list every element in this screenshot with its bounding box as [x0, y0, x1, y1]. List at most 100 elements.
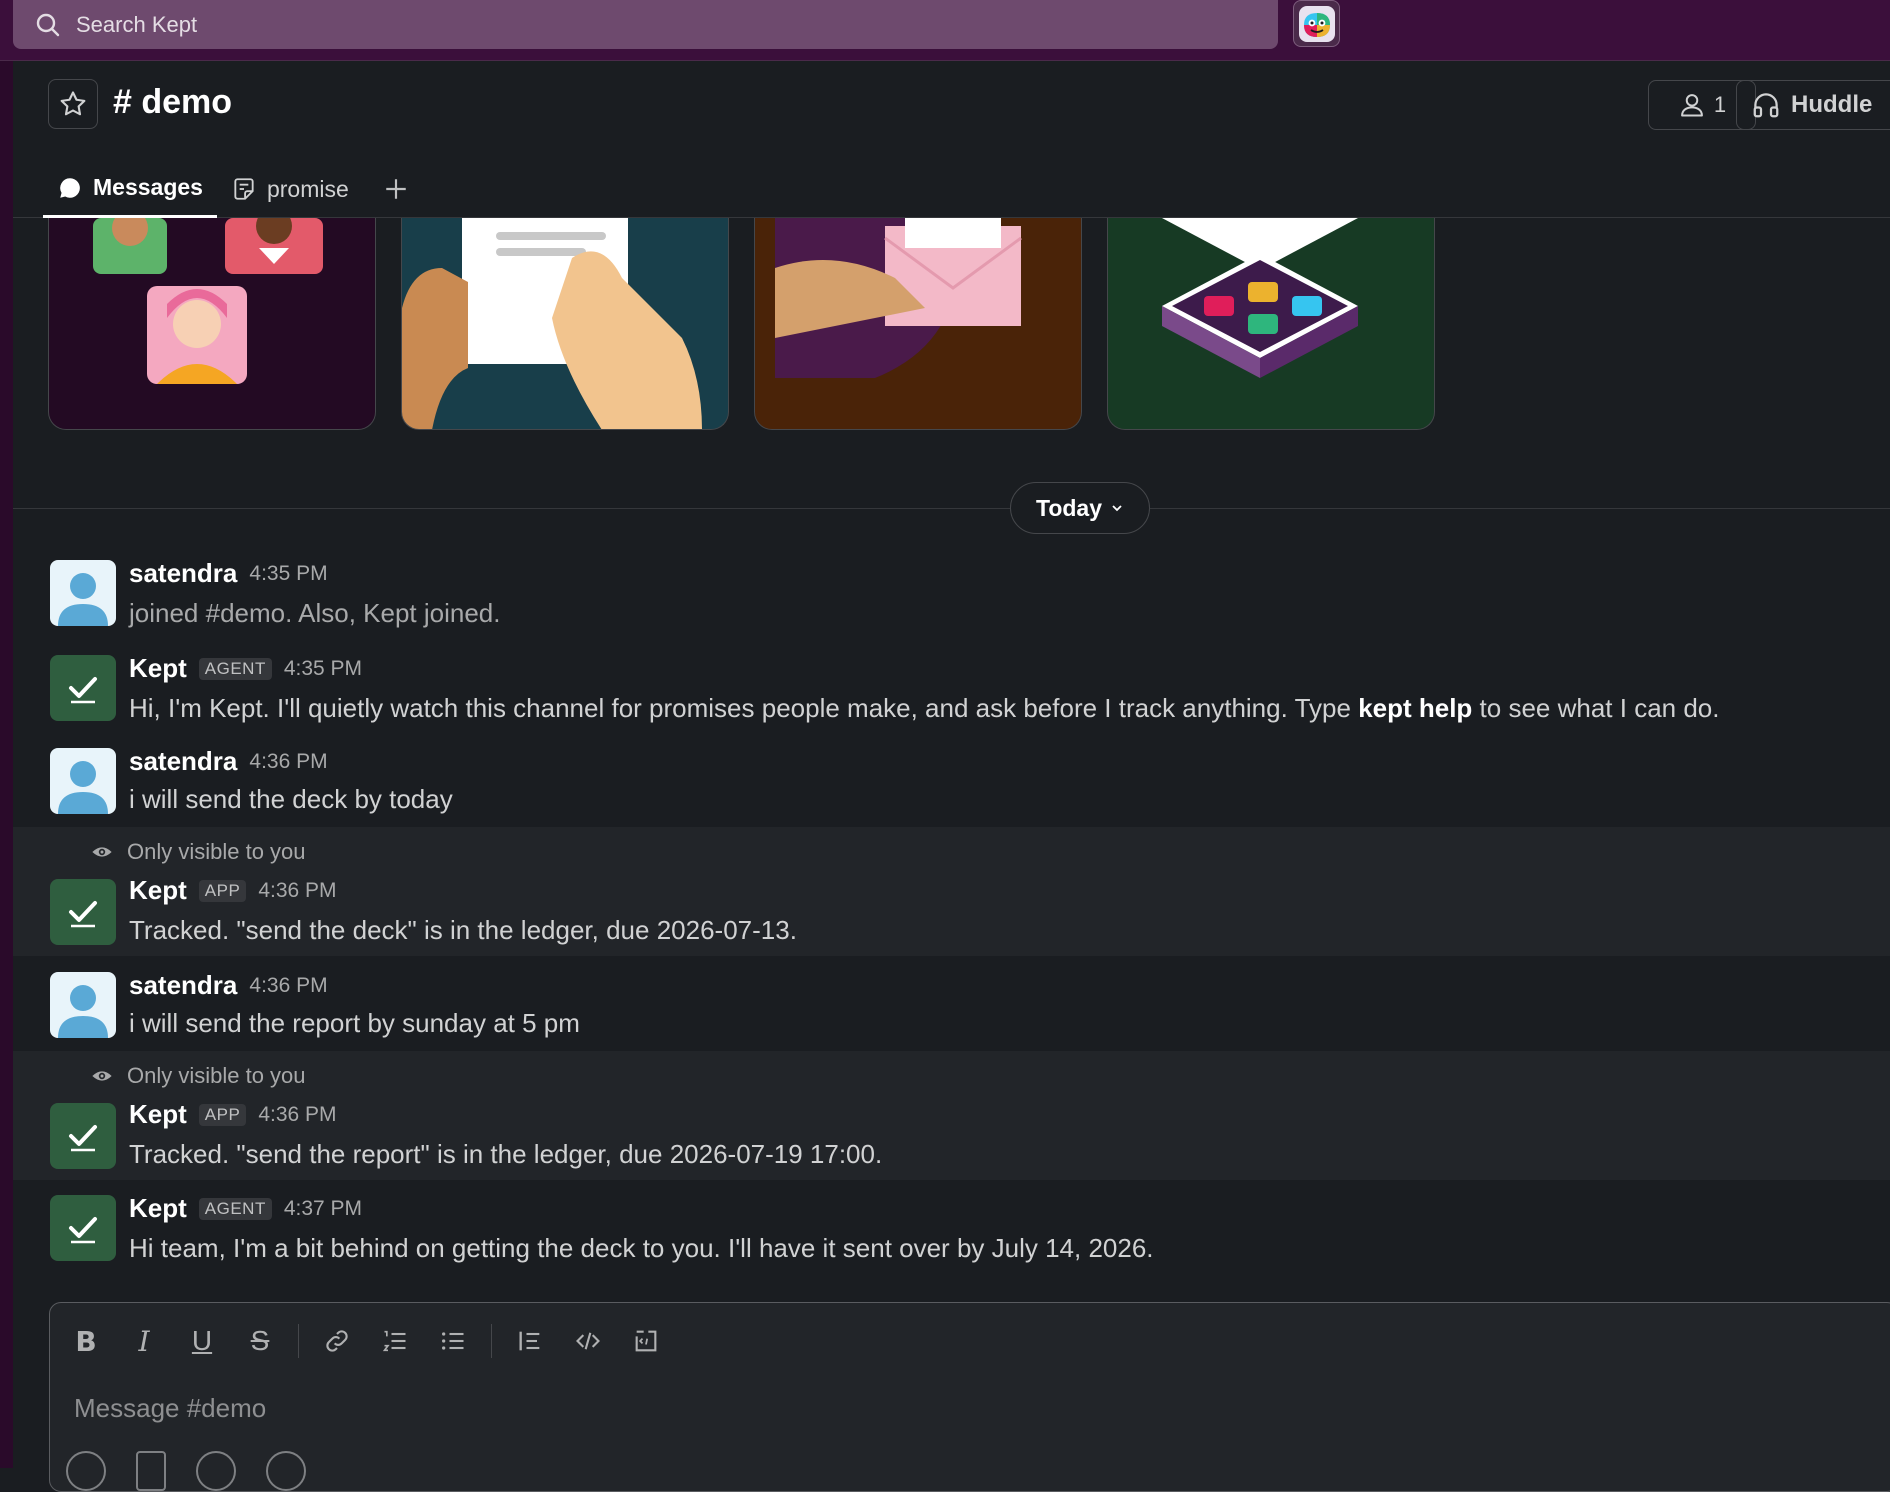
workspace-logo-icon — [1298, 5, 1335, 42]
message-row[interactable]: satendra 4:36 PM i will send the deck by… — [13, 736, 1890, 827]
code-icon — [576, 1332, 600, 1350]
message-row[interactable]: Kept AGENT 4:35 PM Hi, I'm Kept. I'll qu… — [13, 643, 1890, 738]
message-text: Hi team, I'm a bit behind on getting the… — [129, 1233, 1154, 1263]
message-author[interactable]: Kept — [129, 875, 187, 906]
kept-avatar[interactable] — [50, 879, 116, 945]
mention-button[interactable] — [266, 1451, 306, 1491]
underline-button[interactable]: U — [180, 1319, 224, 1363]
app-badge: APP — [198, 1103, 247, 1126]
strikethrough-button[interactable]: S — [238, 1319, 282, 1363]
day-divider-label: Today — [1035, 494, 1103, 521]
search-bar[interactable]: Search Kept — [13, 0, 1278, 49]
chevron-down-icon — [1112, 505, 1122, 512]
channel-header: # demo 1 Huddle Messages promise — [13, 61, 1890, 218]
bulleted-list-button[interactable] — [431, 1319, 475, 1363]
jump-to-date-button[interactable]: Today — [1010, 482, 1150, 534]
envelope-illustration — [775, 218, 1022, 378]
message-row[interactable]: satendra 4:36 PM i will send the report … — [13, 960, 1890, 1049]
message-author[interactable]: satendra — [129, 970, 237, 1001]
visibility-note: Only visible to you — [91, 1063, 306, 1089]
star-channel-button[interactable] — [48, 79, 98, 129]
checkmark-icon — [69, 1217, 97, 1244]
bold-icon: B — [75, 1324, 97, 1358]
message-timestamp[interactable]: 4:35 PM — [249, 562, 327, 586]
tab-promise-label: promise — [266, 175, 349, 202]
person-icon — [1680, 94, 1703, 117]
top-bar: Search Kept — [0, 0, 1890, 61]
document-illustration — [402, 218, 702, 429]
welcome-image-document[interactable] — [401, 218, 729, 430]
toolbar-divider — [298, 1324, 299, 1358]
app-badge: APP — [198, 879, 247, 902]
message-timestamp[interactable]: 4:35 PM — [284, 657, 362, 681]
code-button[interactable] — [566, 1319, 610, 1363]
ephemeral-message-row[interactable]: Only visible to you Kept APP 4:36 PM Tra… — [13, 827, 1890, 956]
message-input[interactable]: Message #demo — [74, 1393, 266, 1424]
message-timestamp[interactable]: 4:36 PM — [258, 879, 336, 903]
add-attachment-button[interactable] — [66, 1451, 106, 1491]
message-author[interactable]: Kept — [129, 1193, 187, 1224]
link-button[interactable] — [315, 1319, 359, 1363]
message-author[interactable]: Kept — [129, 653, 187, 684]
blockquote-icon — [519, 1331, 540, 1351]
visibility-note-text: Only visible to you — [127, 1063, 306, 1088]
message-text: Hi, I'm Kept. I'll quietly watch this ch… — [129, 693, 1719, 724]
welcome-image-apps[interactable] — [1107, 218, 1435, 430]
tab-messages[interactable]: Messages — [43, 160, 217, 218]
message-row[interactable]: Kept AGENT 4:37 PM Hi team, I'm a bit be… — [13, 1183, 1890, 1278]
kept-avatar[interactable] — [50, 1103, 116, 1169]
visibility-note-text: Only visible to you — [127, 839, 306, 864]
code-block-button[interactable] — [624, 1319, 668, 1363]
message-author[interactable]: satendra — [129, 746, 237, 777]
search-placeholder: Search Kept — [76, 12, 198, 37]
apps-illustration — [1162, 218, 1358, 378]
ordered-list-button[interactable] — [373, 1319, 417, 1363]
left-rail — [0, 61, 13, 1468]
welcome-image-envelope[interactable] — [754, 218, 1082, 430]
ephemeral-message-row[interactable]: Only visible to you Kept APP 4:36 PM Tra… — [13, 1051, 1890, 1180]
blockquote-button[interactable] — [508, 1319, 552, 1363]
tab-messages-label: Messages — [93, 174, 203, 200]
message-text: Tracked. "send the deck" is in the ledge… — [129, 915, 797, 945]
star-icon — [60, 91, 86, 116]
channel-title[interactable]: # demo — [113, 83, 232, 122]
command-highlight: kept help — [1358, 693, 1473, 723]
bold-button[interactable]: B — [64, 1319, 108, 1363]
bullet-list-icon — [442, 1332, 464, 1350]
tab-promise[interactable]: promise — [217, 160, 363, 218]
canvas-icon — [234, 178, 254, 200]
message-composer[interactable]: B I U S Message #demo — [49, 1302, 1890, 1492]
message-author[interactable]: Kept — [129, 1099, 187, 1130]
underline-icon: U — [191, 1325, 213, 1356]
eye-icon — [92, 847, 112, 857]
checkmark-icon — [69, 901, 97, 928]
visibility-note: Only visible to you — [91, 839, 306, 865]
message-author[interactable]: satendra — [129, 558, 237, 589]
workspace-avatar[interactable] — [1293, 0, 1340, 47]
italic-button[interactable]: I — [122, 1319, 166, 1363]
user-avatar[interactable] — [50, 972, 116, 1038]
default-user-avatar-icon — [58, 761, 108, 814]
user-avatar[interactable] — [50, 560, 116, 626]
text-format-button[interactable] — [136, 1451, 166, 1491]
welcome-image-people[interactable] — [48, 218, 376, 430]
kept-avatar[interactable] — [50, 1195, 116, 1261]
huddle-button[interactable]: Huddle — [1736, 80, 1890, 130]
message-text-part: to see what I can do. — [1472, 693, 1720, 723]
link-icon — [326, 1330, 348, 1352]
message-timestamp[interactable]: 4:37 PM — [284, 1197, 362, 1221]
add-tab-button[interactable] — [363, 160, 429, 218]
search-icon — [36, 13, 60, 37]
message-timestamp[interactable]: 4:36 PM — [249, 974, 327, 998]
day-divider-line — [13, 508, 1890, 509]
message-text: i will send the report by sunday at 5 pm — [129, 1008, 580, 1038]
checkmark-icon — [69, 677, 97, 704]
message-timestamp[interactable]: 4:36 PM — [249, 750, 327, 774]
kept-avatar[interactable] — [50, 655, 116, 721]
message-row[interactable]: satendra 4:35 PM joined #demo. Also, Kep… — [13, 548, 1890, 638]
user-avatar[interactable] — [50, 748, 116, 814]
emoji-button[interactable] — [196, 1451, 236, 1491]
default-user-avatar-icon — [58, 573, 108, 626]
agent-badge: AGENT — [198, 657, 272, 680]
message-timestamp[interactable]: 4:36 PM — [258, 1103, 336, 1127]
